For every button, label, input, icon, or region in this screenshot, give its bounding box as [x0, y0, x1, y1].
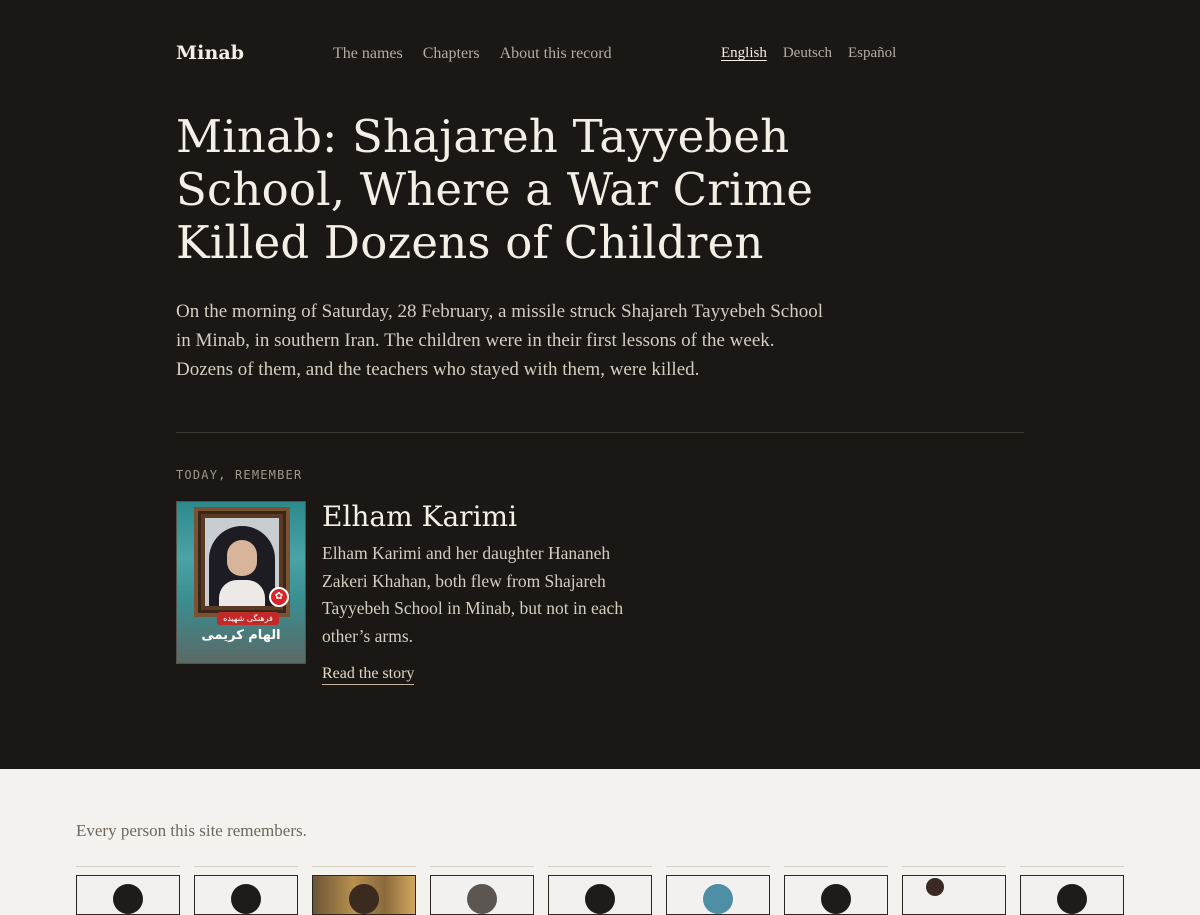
- nav-link-about[interactable]: About this record: [500, 45, 612, 63]
- person-thumbnail[interactable]: [312, 866, 416, 915]
- page-title: Minab: Shajareh Tayyebeh School, Where a…: [176, 110, 814, 269]
- top-nav: Minab The names Chapters About this reco…: [176, 42, 1024, 68]
- hero-section: Minab The names Chapters About this reco…: [0, 0, 1200, 769]
- memorial-portrait[interactable]: ✿ فرهنگی شهیده الهام کریمی: [176, 501, 306, 664]
- poster-ribbon: فرهنگی شهیده: [217, 612, 279, 625]
- nav-links: The names Chapters About this record: [333, 45, 612, 63]
- person-thumbnail[interactable]: [430, 866, 534, 915]
- person-thumbnail[interactable]: [666, 866, 770, 915]
- lang-espanol[interactable]: Español: [848, 45, 896, 62]
- lang-english[interactable]: English: [721, 45, 767, 62]
- read-story-link[interactable]: Read the story: [322, 665, 415, 685]
- names-section: Every person this site remembers.: [0, 769, 1200, 915]
- person-name: Elham Karimi: [322, 500, 518, 533]
- person-thumbnail[interactable]: [548, 866, 652, 915]
- person-description: Elham Karimi and her daughter Hananeh Za…: [322, 543, 624, 646]
- person-thumbnail[interactable]: [784, 866, 888, 915]
- today-remember-label: TODAY, REMEMBER: [176, 468, 303, 482]
- language-switcher: English Deutsch Español: [721, 45, 896, 62]
- person-thumbnail[interactable]: [194, 866, 298, 915]
- section-divider: [176, 432, 1024, 433]
- names-heading: Every person this site remembers.: [76, 821, 307, 840]
- brand-link[interactable]: Minab: [176, 42, 244, 64]
- person-thumbnail[interactable]: [902, 866, 1006, 915]
- nav-link-the-names[interactable]: The names: [333, 45, 403, 63]
- lang-deutsch[interactable]: Deutsch: [783, 45, 832, 62]
- person-thumbnail[interactable]: [76, 866, 180, 915]
- names-grid: [76, 866, 1124, 915]
- intro-paragraph: On the morning of Saturday, 28 February,…: [176, 301, 823, 380]
- poster-name: الهام کریمی: [201, 628, 281, 643]
- tulip-emblem-icon: ✿: [269, 587, 289, 607]
- nav-link-chapters[interactable]: Chapters: [423, 45, 480, 63]
- person-thumbnail[interactable]: [1020, 866, 1124, 915]
